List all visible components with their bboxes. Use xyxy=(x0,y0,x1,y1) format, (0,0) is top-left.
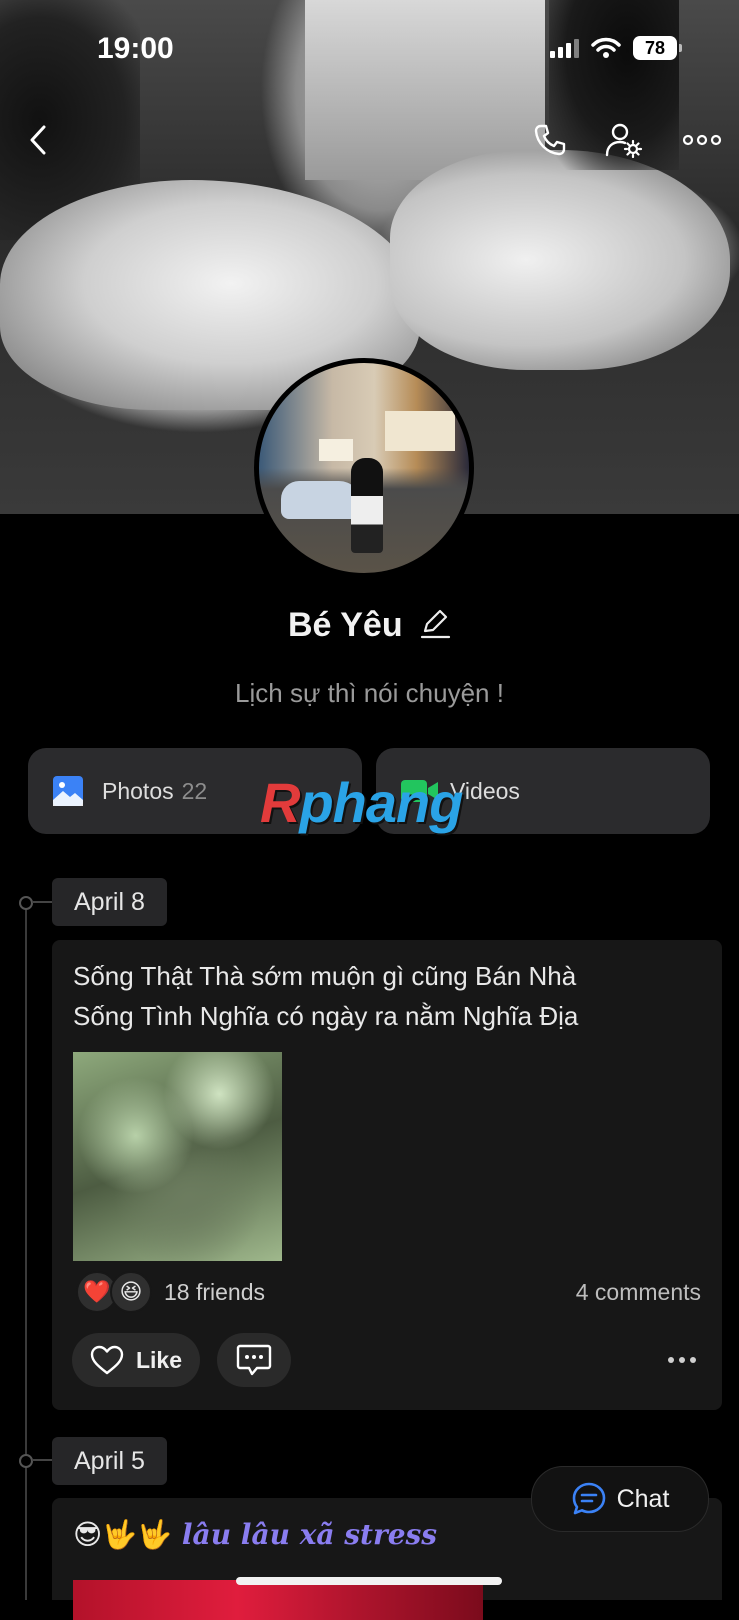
comment-count-link[interactable]: 4 comments xyxy=(576,1279,701,1306)
comment-icon xyxy=(236,1344,272,1376)
more-icon xyxy=(682,134,722,146)
reaction-summary[interactable]: ❤️ 😆 18 friends 4 comments xyxy=(76,1270,701,1314)
photos-count: 22 xyxy=(181,777,208,804)
profile-avatar[interactable] xyxy=(254,358,474,578)
chat-icon xyxy=(572,1482,605,1515)
edit-name-button[interactable] xyxy=(419,607,451,644)
post-image[interactable] xyxy=(73,1580,483,1620)
user-settings-icon xyxy=(605,123,643,158)
post-card[interactable]: Sống Thật Thà sớm muộn gì cũng Bán Nhà S… xyxy=(52,940,722,1410)
comment-button[interactable] xyxy=(217,1333,291,1387)
post-actions: Like xyxy=(72,1333,702,1389)
timeline-connector xyxy=(32,1459,52,1461)
post-photo[interactable] xyxy=(73,1052,282,1261)
timeline-dot xyxy=(19,896,33,910)
post-emojis: 😎🤟🤟 xyxy=(73,1519,172,1550)
status-icons: 78 xyxy=(550,36,682,60)
chat-button[interactable]: Chat xyxy=(531,1466,709,1532)
profile-settings-button[interactable] xyxy=(602,118,646,162)
profile-bio: Lịch sự thì nói chuyện ! xyxy=(235,678,504,708)
photos-icon xyxy=(53,776,83,806)
avatar-car xyxy=(281,481,361,519)
phone-icon xyxy=(534,124,566,156)
watermark-logo: Rphang xyxy=(260,771,463,834)
more-options-button[interactable] xyxy=(680,118,724,162)
status-bar: 19:00 78 xyxy=(0,0,739,100)
chat-label: Chat xyxy=(616,1484,670,1513)
signal-icon xyxy=(550,38,579,58)
back-icon xyxy=(30,125,46,155)
cover-figure-top xyxy=(390,150,730,370)
profile-name: Bé Yêu xyxy=(287,606,403,644)
profile-name-row: Bé Yêu xyxy=(0,606,739,645)
timeline-connector xyxy=(32,901,52,903)
post-styled-text: lâu lâu xã stress xyxy=(181,1518,438,1551)
reaction-count: 18 friends xyxy=(164,1278,266,1305)
post-text: Sống Thật Thà sớm muộn gì cũng Bán Nhà S… xyxy=(73,961,579,1031)
post-more-button[interactable] xyxy=(662,1345,702,1375)
home-indicator[interactable] xyxy=(236,1577,502,1585)
back-button[interactable] xyxy=(16,118,60,162)
wifi-icon xyxy=(591,37,621,58)
laugh-reaction: 😆 xyxy=(110,1271,152,1313)
timeline-line xyxy=(25,900,27,1600)
like-label: Like xyxy=(135,1346,183,1373)
like-button[interactable]: Like xyxy=(72,1333,200,1387)
post-date-chip: April 8 xyxy=(52,878,167,926)
avatar-sign-small xyxy=(319,439,353,461)
call-button[interactable] xyxy=(528,118,572,162)
status-time: 19:00 xyxy=(97,32,174,65)
heart-icon xyxy=(90,1345,124,1375)
photos-label: Photos xyxy=(102,777,174,804)
avatar-sign xyxy=(385,411,455,451)
post-date-chip: April 5 xyxy=(52,1437,167,1485)
battery-icon: 78 xyxy=(633,36,682,60)
post-title: 😎🤟🤟 lâu lâu xã stress xyxy=(73,1518,437,1551)
edit-icon xyxy=(420,609,451,639)
timeline-dot xyxy=(19,1454,33,1468)
avatar-person xyxy=(351,458,383,553)
